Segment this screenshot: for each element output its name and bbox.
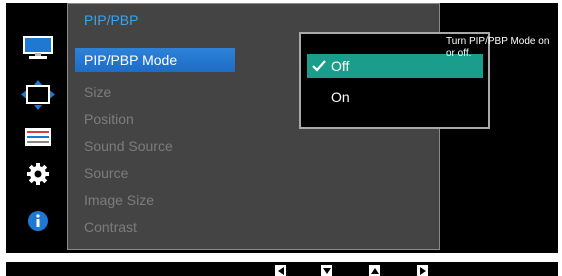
- information-icon[interactable]: [20, 207, 56, 235]
- right-arrow-key-icon[interactable]: [417, 265, 428, 276]
- sidebar: [6, 3, 68, 253]
- panel-title: PIP/PBP: [84, 12, 139, 28]
- footer-nav: [6, 262, 558, 276]
- help-text: Turn PIP/PBP Mode on or off.: [446, 36, 550, 59]
- menu-item-contrast[interactable]: Contrast: [75, 215, 235, 239]
- pip-pbp-icon[interactable]: [20, 80, 56, 110]
- gear-icon[interactable]: [20, 160, 56, 188]
- menu-item-image-size[interactable]: Image Size: [75, 188, 235, 212]
- left-arrow-key-icon[interactable]: [275, 265, 286, 276]
- system-settings-icon[interactable]: [20, 123, 56, 151]
- menu-item-pip-pbp-mode[interactable]: PIP/PBP Mode: [75, 48, 235, 72]
- down-arrow-key-icon[interactable]: [321, 265, 332, 276]
- option-on[interactable]: On: [307, 85, 483, 109]
- option-label: Off: [331, 58, 350, 74]
- menu-item-position[interactable]: Position: [75, 107, 235, 131]
- osd-menu: PIP/PBP PIP/PBP Mode Size Position Sound…: [6, 3, 558, 253]
- menu-item-source[interactable]: Source: [75, 161, 235, 185]
- picture-icon[interactable]: [20, 34, 56, 62]
- menu-item-size[interactable]: Size: [75, 80, 235, 104]
- menu-item-sound-source[interactable]: Sound Source: [75, 134, 235, 158]
- up-arrow-key-icon[interactable]: [369, 265, 380, 276]
- pip-pbp-panel: PIP/PBP PIP/PBP Mode Size Position Sound…: [67, 3, 490, 250]
- option-label: On: [331, 89, 350, 105]
- checkmark-icon: [312, 60, 326, 72]
